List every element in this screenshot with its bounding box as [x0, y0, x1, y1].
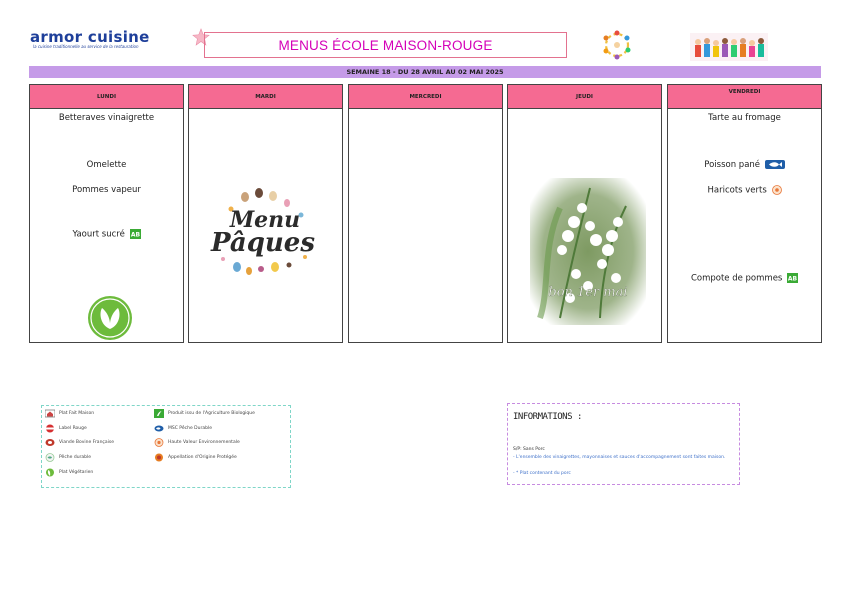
easter-menu-illustration: Menu Pâques — [210, 188, 315, 275]
kids-circle-illustration — [603, 30, 631, 60]
information-line: - L'ensemble des vinaigrettes, mayonnais… — [513, 455, 726, 460]
may-day-text: bon 1er mai — [548, 285, 627, 300]
menu-item-with-badge: Yaourt sucré AB — [30, 229, 183, 240]
menu-item-with-badge: Haricots verts — [668, 185, 821, 196]
msc-fish-icon — [764, 160, 785, 169]
information-line: - * Plat contenant du porc — [513, 471, 571, 476]
house-icon — [45, 409, 55, 418]
information-title: INFORMATIONS : — [513, 412, 582, 422]
day-column-vendredi: VENDREDI Tarte au fromage Poisson pané H… — [667, 84, 822, 343]
label-rouge-icon — [46, 424, 54, 433]
menu-item-with-badge: Compote de pommes AB — [668, 273, 821, 284]
ab-icon — [154, 409, 164, 418]
day-column-mercredi: MERCREDI — [348, 84, 503, 343]
legend-item: Viande Bovine Française — [45, 438, 114, 447]
information-box: INFORMATIONS : S/P: Sans Porc - L'ensemb… — [507, 403, 740, 485]
legend-item: Plat Végétarien — [45, 468, 93, 477]
legend-item: Appellation d'Origine Protégée — [154, 453, 237, 462]
legend-item: Produit issu de l'Agriculture Biologique — [154, 409, 255, 418]
day-header: VENDREDI — [668, 85, 821, 109]
legend-item: Pêche durable — [45, 453, 91, 462]
menu-item: Betteraves vinaigrette — [58, 113, 155, 123]
day-header: LUNDI — [30, 85, 183, 109]
week-banner: SEMAINE 18 - DU 28 AVRIL AU 02 MAI 2025 — [29, 66, 821, 78]
day-header: MARDI — [189, 85, 342, 109]
legend-item: Plat Fait Maison — [45, 409, 94, 418]
organic-ab-icon: AB — [129, 229, 141, 239]
legend-item: Label Rouge — [45, 424, 87, 433]
legend-item: Haute Valeur Environnementale — [154, 438, 240, 447]
information-line: S/P: Sans Porc — [513, 447, 545, 452]
kids-group-illustration — [690, 33, 768, 61]
vegetarian-leaf-icon — [88, 296, 132, 340]
title-box: MENUS ÉCOLE MAISON-ROUGE — [204, 32, 567, 58]
day-header: MERCREDI — [349, 85, 502, 109]
menu-item-label: Poisson pané — [704, 160, 761, 170]
day-column-jeudi: JEUDI bon 1er mai — [507, 84, 662, 343]
fish-icon — [45, 453, 55, 462]
lily-of-the-valley-photo: bon 1er mai — [530, 178, 646, 325]
beef-icon — [45, 439, 55, 446]
hve-icon — [771, 185, 782, 195]
menu-item: Pommes vapeur — [72, 185, 141, 195]
menu-item-label: Yaourt sucré — [72, 229, 125, 240]
legend-item: MSC Pêche Durable — [154, 424, 212, 433]
menu-item-label: Compote de pommes — [690, 273, 783, 284]
menu-item: Tarte au fromage — [708, 113, 781, 123]
menu-item: Omelette — [86, 160, 127, 170]
aop-icon — [155, 453, 163, 462]
day-column-lundi: LUNDI Betteraves vinaigrette Omelette Po… — [29, 84, 184, 343]
hve-icon — [154, 438, 164, 447]
brand-tagline: la cuisine traditionnelle au service de … — [33, 44, 139, 49]
menu-item-with-badge: Poisson pané — [668, 160, 821, 170]
msc-icon — [154, 425, 164, 432]
page-title: MENUS ÉCOLE MAISON-ROUGE — [278, 37, 493, 53]
svg-text:AB: AB — [788, 276, 798, 283]
leaf-icon — [46, 468, 54, 477]
svg-text:AB: AB — [130, 232, 140, 239]
day-column-mardi: MARDI Menu Pâques — [188, 84, 343, 343]
day-header: JEUDI — [508, 85, 661, 109]
menu-item-label: Haricots verts — [707, 185, 767, 196]
easter-paques-word: Pâques — [210, 228, 315, 258]
organic-ab-icon: AB — [787, 273, 799, 283]
legend-box: Plat Fait Maison Label Rouge Viande Bovi… — [41, 405, 291, 488]
